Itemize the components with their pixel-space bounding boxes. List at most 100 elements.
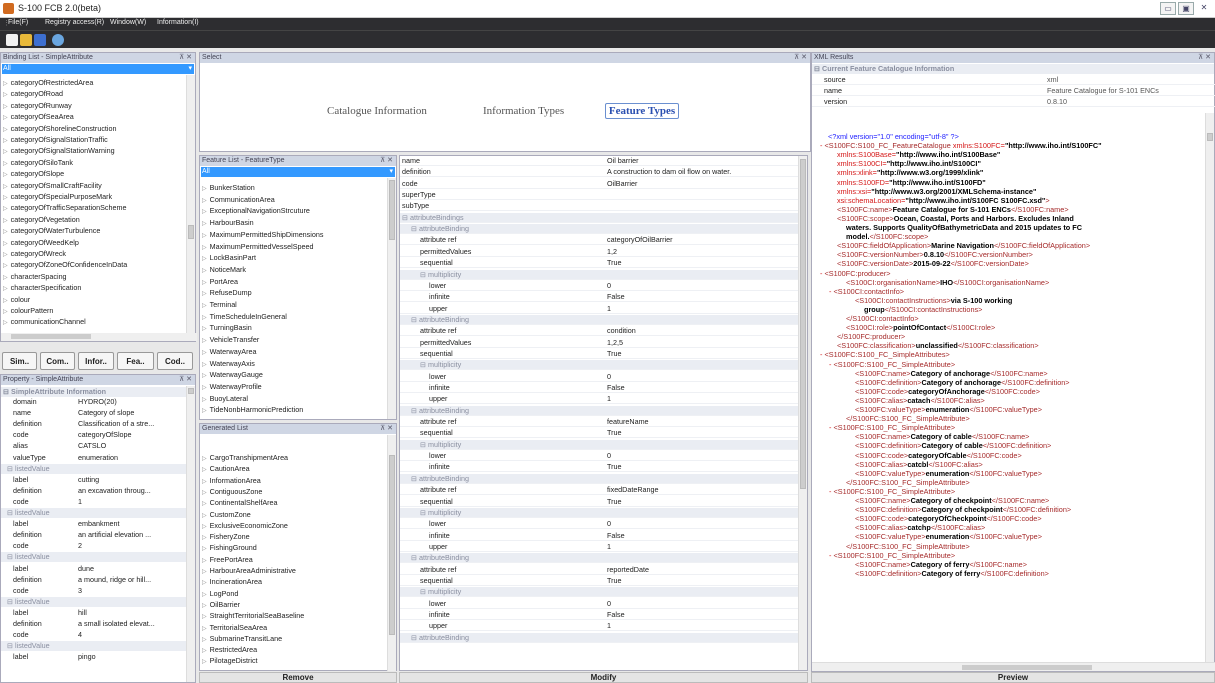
expand-arrow-icon[interactable]: ▷ <box>3 320 8 326</box>
vertical-scrollbar[interactable] <box>1205 113 1214 669</box>
menu-information[interactable]: Information(I) <box>157 19 199 26</box>
panel-tab-button[interactable]: Cod.. <box>157 352 193 370</box>
collapse-marker[interactable]: - <box>829 424 831 432</box>
new-icon[interactable] <box>6 34 18 46</box>
binding-list-item[interactable]: ▷ characterSpecification <box>1 283 187 293</box>
vertical-scrollbar[interactable] <box>387 178 396 419</box>
expand-arrow-icon[interactable]: ▷ <box>202 268 207 274</box>
generated-list-item[interactable]: ▷ CargoTranshipmentArea <box>200 453 388 463</box>
collapse-marker[interactable]: - <box>820 270 822 278</box>
maximize-icon[interactable]: ▣ <box>1178 2 1194 15</box>
expand-arrow-icon[interactable]: ▷ <box>202 326 207 332</box>
generated-list-item[interactable]: ▷ FreePortArea <box>200 555 388 565</box>
generated-list-item[interactable]: ▷ TerritorialSeaArea <box>200 623 388 633</box>
feature-list-item[interactable]: ▷ HarbourBasin <box>200 218 388 228</box>
expand-arrow-icon[interactable]: ▷ <box>3 127 8 133</box>
binding-list-item[interactable]: ▷ characterSpacing <box>1 272 187 282</box>
generated-list-item[interactable]: ▷ ContiguousZone <box>200 487 388 497</box>
feature-list-item[interactable]: ▷ WaterwayProfile <box>200 382 388 392</box>
feature-list-item[interactable]: ▷ LockBasinPart <box>200 253 388 263</box>
generated-list-item[interactable]: ▷ LogPond <box>200 589 388 599</box>
expand-arrow-icon[interactable]: ▷ <box>202 637 207 643</box>
feature-list-item[interactable]: ▷ NoticeMark <box>200 265 388 275</box>
feature-list-item[interactable]: ▷ BunkerStation <box>200 183 388 193</box>
expand-arrow-icon[interactable]: ▷ <box>3 218 8 224</box>
menu-registry[interactable]: Registry access(R) <box>45 19 104 26</box>
binding-list-item[interactable]: ▷ categoryOfRunway <box>1 101 187 111</box>
expand-arrow-icon[interactable]: ▷ <box>202 186 207 192</box>
panel-tab-button[interactable]: Sim.. <box>2 352 37 370</box>
tab-information-types[interactable]: Information Types <box>483 105 564 117</box>
panel-tab-button[interactable]: Fea.. <box>117 352 154 370</box>
expand-arrow-icon[interactable]: ▷ <box>202 256 207 262</box>
expand-arrow-icon[interactable]: ▷ <box>202 513 207 519</box>
expand-arrow-icon[interactable]: ▷ <box>202 303 207 309</box>
expand-arrow-icon[interactable]: ▷ <box>3 241 8 247</box>
binding-list-item[interactable]: ▷ categoryOfSlope <box>1 169 187 179</box>
expand-arrow-icon[interactable]: ▷ <box>202 362 207 368</box>
expand-arrow-icon[interactable]: ▷ <box>202 659 207 665</box>
generated-list-item[interactable]: ▷ CautionArea <box>200 464 388 474</box>
feature-list-item[interactable]: ▷ RefuseDump <box>200 288 388 298</box>
collapse-marker[interactable]: - <box>829 488 831 496</box>
generated-list-item[interactable]: ▷ OilBarrier <box>200 600 388 610</box>
expand-arrow-icon[interactable]: ▷ <box>202 501 207 507</box>
expand-arrow-icon[interactable]: ▷ <box>3 92 8 98</box>
expand-arrow-icon[interactable]: ▷ <box>202 614 207 620</box>
expand-arrow-icon[interactable]: ▷ <box>3 263 8 269</box>
horizontal-scrollbar[interactable] <box>812 662 1215 671</box>
binding-list-item[interactable]: ▷ categoryOfZoneOfConfidenceInData <box>1 260 187 270</box>
expand-arrow-icon[interactable]: ▷ <box>3 286 8 292</box>
panel-tab-button[interactable]: Com.. <box>40 352 75 370</box>
binding-list-item[interactable]: ▷ categoryOfWreck <box>1 249 187 259</box>
close-icon[interactable]: ✕ <box>1196 2 1212 15</box>
expand-arrow-icon[interactable]: ▷ <box>3 298 8 304</box>
expand-arrow-icon[interactable]: ▷ <box>3 115 8 121</box>
binding-list-item[interactable]: ▷ categoryOfRestrictedArea <box>1 78 187 88</box>
expand-arrow-icon[interactable]: ▷ <box>3 149 8 155</box>
generated-list-item[interactable]: ▷ SubmarineTransitLane <box>200 634 388 644</box>
expand-arrow-icon[interactable]: ▷ <box>202 490 207 496</box>
binding-list-item[interactable]: ▷ categoryOfSmallCraftFacility <box>1 181 187 191</box>
binding-list-item[interactable]: ▷ categoryOfSeaArea <box>1 112 187 122</box>
menu-window[interactable]: Window(W) <box>110 19 146 26</box>
binding-list-item[interactable]: ▷ categoryOfRoad <box>1 89 187 99</box>
collapse-marker[interactable]: - <box>829 288 831 296</box>
collapse-marker[interactable]: - <box>820 142 822 150</box>
generated-list-item[interactable]: ▷ FisheryZone <box>200 532 388 542</box>
binding-list-item[interactable]: ▷ colourPattern <box>1 306 187 316</box>
vertical-scrollbar[interactable] <box>387 435 396 671</box>
open-folder-icon[interactable] <box>20 34 32 46</box>
feature-list-item[interactable]: ▷ MaximumPermittedVesselSpeed <box>200 242 388 252</box>
vertical-scrollbar[interactable] <box>798 156 807 670</box>
feature-list-item[interactable]: ▷ PortArea <box>200 277 388 287</box>
expand-arrow-icon[interactable]: ▷ <box>3 161 8 167</box>
feature-list-item[interactable]: ▷ WaterwayArea <box>200 347 388 357</box>
binding-list-item[interactable]: ▷ communicationChannel <box>1 317 187 327</box>
expand-arrow-icon[interactable]: ▷ <box>202 524 207 530</box>
expand-arrow-icon[interactable]: ▷ <box>202 479 207 485</box>
collapse-marker[interactable]: - <box>820 351 822 359</box>
expand-arrow-icon[interactable]: ▷ <box>202 603 207 609</box>
feature-list-item[interactable]: ▷ CommunicationArea <box>200 195 388 205</box>
tab-catalogue-information[interactable]: Catalogue Information <box>327 105 427 117</box>
expand-arrow-icon[interactable]: ▷ <box>3 172 8 178</box>
expand-arrow-icon[interactable]: ▷ <box>202 467 207 473</box>
feature-list-item[interactable]: ▷ TurningBasin <box>200 323 388 333</box>
expand-arrow-icon[interactable]: ▷ <box>202 580 207 586</box>
feature-list-item[interactable]: ▷ ExceptionalNavigationStrcuture <box>200 206 388 216</box>
expand-arrow-icon[interactable]: ▷ <box>202 408 207 414</box>
feature-list-item[interactable]: ▷ WaterwayGauge <box>200 370 388 380</box>
expand-arrow-icon[interactable]: ▷ <box>202 291 207 297</box>
expand-arrow-icon[interactable]: ▷ <box>202 535 207 541</box>
expand-arrow-icon[interactable]: ▷ <box>3 81 8 87</box>
feature-list-item[interactable]: ▷ MaximumPermittedShipDimensions <box>200 230 388 240</box>
collapse-marker[interactable]: - <box>829 361 831 369</box>
expand-arrow-icon[interactable]: ▷ <box>3 138 8 144</box>
expand-arrow-icon[interactable]: ▷ <box>202 592 207 598</box>
expand-arrow-icon[interactable]: ▷ <box>202 546 207 552</box>
binding-list-item[interactable]: ▷ categoryOfSignalStationTraffic <box>1 135 187 145</box>
generated-list-item[interactable]: ▷ ExclusiveEconomicZone <box>200 521 388 531</box>
feature-list-item[interactable]: ▷ BuoyLateral <box>200 394 388 404</box>
info-icon[interactable] <box>52 34 64 46</box>
